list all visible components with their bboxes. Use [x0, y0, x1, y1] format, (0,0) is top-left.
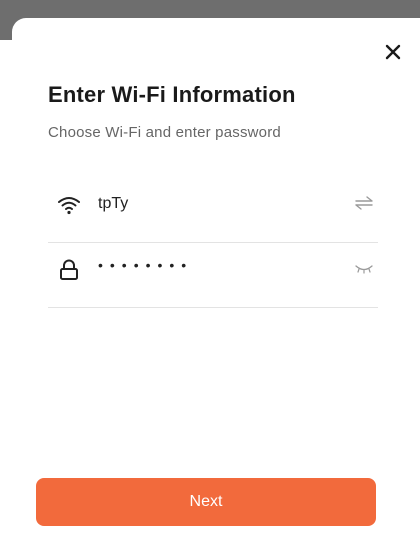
toggle-password-visibility-button[interactable] — [350, 257, 378, 283]
eye-closed-icon — [355, 261, 373, 279]
wifi-ssid-field[interactable]: tpTy — [98, 195, 128, 213]
next-button[interactable]: Next — [36, 478, 376, 526]
password-field[interactable]: •••••••• — [98, 257, 193, 273]
close-icon — [385, 44, 401, 65]
password-row[interactable]: •••••••• — [48, 247, 378, 308]
close-button[interactable] — [379, 40, 407, 68]
wifi-icon — [56, 192, 82, 218]
wifi-network-row[interactable]: tpTy — [48, 182, 378, 243]
dialog-subtitle: Choose Wi-Fi and enter password — [48, 124, 281, 141]
lock-icon — [56, 257, 82, 283]
switch-network-button[interactable] — [350, 192, 378, 218]
dialog-title: Enter Wi-Fi Information — [48, 82, 296, 107]
swap-arrows-icon — [354, 195, 374, 215]
